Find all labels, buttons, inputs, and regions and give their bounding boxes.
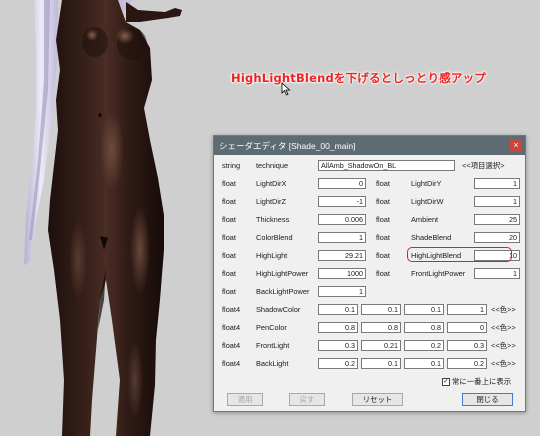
apply-button[interactable]: 適用 xyxy=(227,393,263,406)
param-field[interactable]: 29.21 xyxy=(318,250,366,261)
dialog-title: シェーダエディタ [Shade_00_main] xyxy=(219,141,356,151)
annotation-caption: HighLightBlendを下げるとしっとり感アップ xyxy=(231,71,486,85)
param-type: float xyxy=(222,215,236,224)
mouse-cursor-icon xyxy=(281,82,291,96)
color-param-label: BackLight xyxy=(256,359,289,368)
color-param-type: float4 xyxy=(222,359,241,368)
param-field[interactable]: 1 xyxy=(474,268,520,279)
technique-field[interactable]: AllAmb_ShadowOn_BL xyxy=(318,160,455,171)
param-label: FrontLightPower xyxy=(411,269,466,278)
param-label: HighLightPower xyxy=(256,269,309,278)
technique-select-link[interactable]: <<項目選択> xyxy=(462,160,505,171)
color-component-field[interactable]: 0.1 xyxy=(404,304,444,315)
color-component-field[interactable]: 0.2 xyxy=(404,340,444,351)
color-param-type: float4 xyxy=(222,305,241,314)
color-component-field[interactable]: 0.1 xyxy=(361,358,401,369)
color-component-field[interactable]: 0.3 xyxy=(318,340,358,351)
color-picker-link[interactable]: <<色>> xyxy=(491,304,516,315)
param-label: Ambient xyxy=(411,215,439,224)
dialog-titlebar[interactable]: シェーダエディタ [Shade_00_main] × xyxy=(214,136,525,155)
color-picker-link[interactable]: <<色>> xyxy=(491,358,516,369)
param-type: float xyxy=(222,287,236,296)
revert-button[interactable]: 戻す xyxy=(289,393,325,406)
param-label: ShadeBlend xyxy=(411,233,452,242)
param-field[interactable]: 0 xyxy=(318,178,366,189)
highlightblend-highlight-box xyxy=(407,247,512,262)
color-component-field[interactable]: 0.3 xyxy=(447,340,487,351)
param-label: LightDirX xyxy=(256,179,287,188)
color-param-label: FrontLight xyxy=(256,341,290,350)
param-type: float xyxy=(376,179,390,188)
color-component-field[interactable]: 0.1 xyxy=(361,304,401,315)
param-field[interactable]: 20 xyxy=(474,232,520,243)
always-on-top-checkbox[interactable]: ✓ xyxy=(442,378,450,386)
param-type: float xyxy=(376,251,390,260)
param-type: float xyxy=(376,215,390,224)
param-type: float xyxy=(222,233,236,242)
color-component-field[interactable]: 0.1 xyxy=(404,358,444,369)
param-field[interactable]: 0.006 xyxy=(318,214,366,225)
param-type: float xyxy=(222,197,236,206)
param-field[interactable]: 1 xyxy=(474,178,520,189)
param-field[interactable]: 25 xyxy=(474,214,520,225)
param-type: float xyxy=(376,233,390,242)
param-field[interactable]: 1 xyxy=(318,286,366,297)
color-picker-link[interactable]: <<色>> xyxy=(491,340,516,351)
param-field[interactable]: -1 xyxy=(318,196,366,207)
param-label: LightDirY xyxy=(411,179,442,188)
color-param-type: float4 xyxy=(222,341,241,350)
color-param-label: PenColor xyxy=(256,323,287,332)
close-button[interactable]: 閉じる xyxy=(462,393,513,406)
param-type: float xyxy=(376,269,390,278)
param-type: float xyxy=(222,269,236,278)
color-component-field[interactable]: 0.8 xyxy=(404,322,444,333)
param-label: BackLightPower xyxy=(256,287,310,296)
param-type: float xyxy=(222,251,236,260)
color-component-field[interactable]: 1 xyxy=(447,304,487,315)
reset-button[interactable]: リセット xyxy=(352,393,403,406)
technique-label: technique xyxy=(256,161,289,170)
color-component-field[interactable]: 0 xyxy=(447,322,487,333)
param-label: LightDirW xyxy=(411,197,444,206)
param-label: LightDirZ xyxy=(256,197,286,206)
param-field[interactable]: 1 xyxy=(474,196,520,207)
param-type: float xyxy=(222,179,236,188)
color-picker-link[interactable]: <<色>> xyxy=(491,322,516,333)
shader-editor-dialog: シェーダエディタ [Shade_00_main] × string techni… xyxy=(213,135,526,412)
color-param-type: float4 xyxy=(222,323,241,332)
color-component-field[interactable]: 0.8 xyxy=(361,322,401,333)
always-on-top-label: 常に一番上に表示 xyxy=(452,377,512,386)
param-label: Thickness xyxy=(256,215,290,224)
color-component-field[interactable]: 0.2 xyxy=(447,358,487,369)
color-component-field[interactable]: 0.21 xyxy=(361,340,401,351)
color-component-field[interactable]: 0.1 xyxy=(318,304,358,315)
param-field[interactable]: 1 xyxy=(318,232,366,243)
close-icon[interactable]: × xyxy=(510,139,522,151)
param-label: HighLight xyxy=(256,251,288,260)
param-field[interactable]: 1000 xyxy=(318,268,366,279)
param-label: ColorBlend xyxy=(256,233,293,242)
technique-type: string xyxy=(222,161,241,170)
color-component-field[interactable]: 0.8 xyxy=(318,322,358,333)
color-param-label: ShadowColor xyxy=(256,305,301,314)
param-type: float xyxy=(376,197,390,206)
color-component-field[interactable]: 0.2 xyxy=(318,358,358,369)
